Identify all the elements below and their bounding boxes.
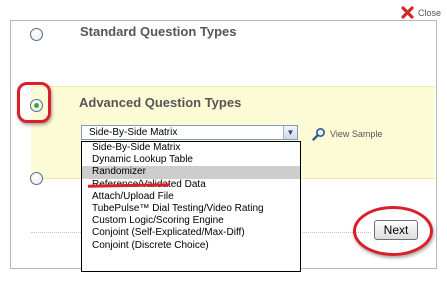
list-item[interactable]: Side-By-Side Matrix [82,142,300,154]
list-item[interactable]: Attach/Upload File [82,191,300,203]
list-item[interactable]: Conjoint (Discrete Choice) [82,240,300,252]
standard-question-types-label[interactable]: Standard Question Types [80,24,237,39]
list-item[interactable]: Conjoint (Self-Explicated/Max-Diff) [82,227,300,239]
annotation-highlight-next [353,206,433,256]
view-sample-label: View Sample [330,129,383,139]
list-item[interactable]: Dynamic Lookup Table [82,154,300,166]
magnifier-icon [312,127,326,141]
select-value: Side-By-Side Matrix [89,127,178,138]
third-option-radio[interactable] [30,172,43,185]
standard-question-types-radio[interactable] [30,28,43,41]
advanced-type-listbox[interactable]: Side-By-Side Matrix Dynamic Lookup Table… [81,141,301,272]
advanced-type-select[interactable]: Side-By-Side Matrix ▼ [81,125,298,140]
dropdown-arrow-icon[interactable]: ▼ [283,126,297,139]
list-item[interactable]: Custom Logic/Scoring Engine [82,215,300,227]
advanced-question-types-label[interactable]: Advanced Question Types [79,95,241,110]
list-item[interactable]: TubePulse™ Dial Testing/Video Rating [82,203,300,215]
annotation-highlight-radio [17,82,51,123]
close-x-icon [401,6,414,19]
close-label: Close [417,7,441,18]
view-sample-link[interactable]: View Sample [312,127,382,141]
close-button[interactable]: Close [400,5,441,20]
list-item-randomizer[interactable]: Randomizer [82,166,300,179]
